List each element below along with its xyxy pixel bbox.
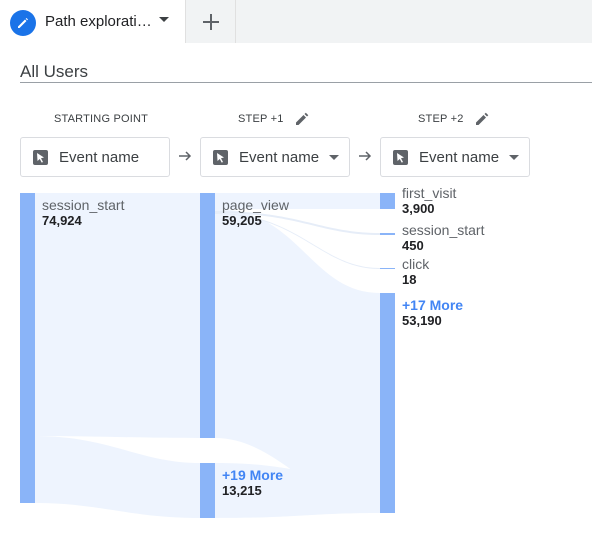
node-bar-session-start-step2[interactable] (380, 233, 395, 235)
expand-more-nodes-link[interactable]: +17 More (402, 297, 463, 313)
node-bar-step2-more[interactable] (380, 293, 395, 513)
node-bar-page-view[interactable] (200, 193, 215, 438)
flow-session-start-to-page-view (35, 193, 200, 438)
node-bar-click[interactable] (380, 268, 395, 269)
node-bar-first-visit[interactable] (380, 193, 395, 209)
node-count: 450 (402, 238, 424, 253)
path-flows (35, 193, 380, 518)
node-count: 13,215 (222, 483, 262, 498)
node-count: 53,190 (402, 313, 442, 328)
node-label: click (402, 256, 430, 272)
node-count: 74,924 (42, 213, 82, 228)
node-label: session_start (42, 197, 125, 213)
node-label: session_start (402, 222, 485, 238)
node-label: page_view (222, 197, 289, 213)
node-count: 18 (402, 272, 417, 287)
node-count: 3,900 (402, 201, 435, 216)
node-count: 59,205 (222, 213, 262, 228)
flow-session-start-to-more (35, 436, 200, 518)
node-bar-session-start[interactable] (20, 193, 35, 503)
node-bar-step1-more[interactable] (200, 463, 215, 518)
expand-more-nodes-link[interactable]: +19 More (222, 467, 283, 483)
node-label: first_visit (402, 185, 457, 201)
